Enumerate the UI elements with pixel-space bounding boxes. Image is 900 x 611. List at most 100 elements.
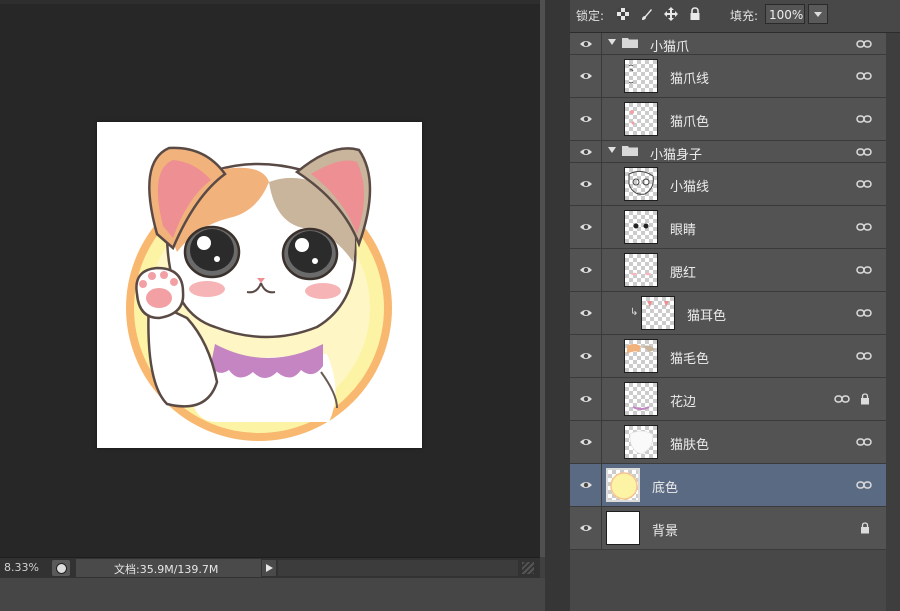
visibility-toggle[interactable]: [570, 464, 602, 506]
layer-link-icon[interactable]: [856, 308, 872, 318]
layer-link-icon[interactable]: [856, 222, 872, 232]
group-expand-triangle-icon[interactable]: [608, 39, 616, 45]
document-window: 8.33% 文档:35.9M/139.7M: [0, 0, 545, 611]
artboard-canvas[interactable]: [97, 122, 422, 448]
group-expand-triangle-icon[interactable]: [608, 147, 616, 153]
cat-illustration: [126, 146, 392, 441]
zoom-level[interactable]: 8.33%: [4, 561, 39, 574]
folder-icon: [622, 146, 638, 156]
layer-link-icon[interactable]: [834, 394, 850, 404]
visibility-eye-icon[interactable]: [579, 222, 593, 232]
visibility-toggle[interactable]: [570, 292, 602, 334]
visibility-eye-icon[interactable]: [579, 351, 593, 361]
layer-name[interactable]: 猫毛色: [670, 348, 709, 367]
visibility-toggle[interactable]: [570, 33, 602, 54]
layer-name[interactable]: 猫肤色: [670, 434, 709, 453]
canvas-area[interactable]: [0, 4, 540, 557]
folder-icon: [622, 38, 638, 48]
layer-thumbnail[interactable]: [624, 425, 658, 459]
visibility-eye-icon[interactable]: [579, 114, 593, 124]
visibility-eye-icon[interactable]: [579, 437, 593, 447]
status-menu-button[interactable]: [52, 560, 70, 576]
layers-scrollbar[interactable]: [886, 33, 900, 611]
layer-thumbnail[interactable]: [624, 102, 658, 136]
layer-row[interactable]: 底色: [570, 464, 886, 507]
layer-group-row[interactable]: 小猫身子: [570, 141, 886, 163]
layer-row[interactable]: 猫爪色: [570, 98, 886, 141]
layer-row[interactable]: 猫肤色: [570, 421, 886, 464]
layer-link-icon[interactable]: [856, 480, 872, 490]
layer-link-icon[interactable]: [856, 265, 872, 275]
layer-row[interactable]: 背景: [570, 507, 886, 550]
visibility-toggle[interactable]: [570, 378, 602, 420]
layer-row[interactable]: 猫毛色: [570, 335, 886, 378]
document-info: 文档:35.9M/139.7M: [76, 559, 261, 577]
status-icon: [56, 563, 67, 574]
layer-name[interactable]: 猫爪色: [670, 111, 709, 130]
lock-all-icon[interactable]: [688, 7, 702, 21]
fill-opacity-input[interactable]: 100%: [765, 4, 805, 24]
visibility-toggle[interactable]: [570, 421, 602, 463]
layer-link-icon[interactable]: [856, 351, 872, 361]
layer-name[interactable]: 腮红: [670, 262, 696, 281]
visibility-eye-icon[interactable]: [579, 265, 593, 275]
layer-row[interactable]: ↳ 猫耳色: [570, 292, 886, 335]
layer-row[interactable]: 腮红: [570, 249, 886, 292]
lock-toolbar: 锁定: 填充: 100%: [570, 0, 900, 33]
layer-row[interactable]: 眼睛: [570, 206, 886, 249]
layer-thumbnail[interactable]: [624, 339, 658, 373]
status-bar: 8.33% 文档:35.9M/139.7M: [0, 557, 540, 578]
visibility-toggle[interactable]: [570, 141, 602, 162]
layer-name[interactable]: 眼睛: [670, 219, 696, 238]
layer-link-icon[interactable]: [856, 437, 872, 447]
layer-name[interactable]: 猫耳色: [687, 305, 726, 324]
layer-row[interactable]: 花边: [570, 378, 886, 421]
visibility-eye-icon[interactable]: [579, 179, 593, 189]
layer-link-icon[interactable]: [856, 39, 872, 49]
visibility-toggle[interactable]: [570, 98, 602, 140]
visibility-eye-icon[interactable]: [579, 147, 593, 157]
layer-row[interactable]: 小猫线: [570, 163, 886, 206]
visibility-toggle[interactable]: [570, 55, 602, 97]
lock-image-pixels-icon[interactable]: [640, 7, 654, 21]
fill-dropdown-button[interactable]: [808, 4, 828, 24]
layer-name[interactable]: 底色: [652, 477, 678, 496]
visibility-eye-icon[interactable]: [579, 523, 593, 533]
visibility-eye-icon[interactable]: [579, 480, 593, 490]
visibility-eye-icon[interactable]: [579, 394, 593, 404]
layer-thumbnail[interactable]: [624, 210, 658, 244]
visibility-toggle[interactable]: [570, 335, 602, 377]
visibility-eye-icon[interactable]: [579, 308, 593, 318]
layer-name[interactable]: 小猫身子: [650, 144, 702, 163]
layer-thumbnail[interactable]: [641, 296, 675, 330]
visibility-eye-icon[interactable]: [579, 39, 593, 49]
lock-position-icon[interactable]: [664, 7, 678, 21]
layer-link-icon[interactable]: [856, 147, 872, 157]
layer-thumbnail[interactable]: [624, 167, 658, 201]
visibility-eye-icon[interactable]: [579, 71, 593, 81]
doc-size-text: 文档:35.9M/139.7M: [114, 563, 219, 576]
layer-thumbnail[interactable]: [606, 511, 640, 545]
status-arrow-button[interactable]: [262, 560, 276, 576]
layer-link-icon[interactable]: [856, 114, 872, 124]
lock-transparent-pixels-icon[interactable]: [616, 7, 630, 21]
layer-name[interactable]: 花边: [670, 391, 696, 410]
visibility-toggle[interactable]: [570, 163, 602, 205]
canvas-horizontal-scrollbar[interactable]: [278, 560, 518, 576]
layer-link-icon[interactable]: [856, 179, 872, 189]
resize-grip-icon[interactable]: [522, 562, 534, 574]
layer-name[interactable]: 小猫线: [670, 176, 709, 195]
layer-thumbnail[interactable]: [624, 382, 658, 416]
layer-row[interactable]: 猫爪线: [570, 55, 886, 98]
visibility-toggle[interactable]: [570, 206, 602, 248]
visibility-toggle[interactable]: [570, 507, 602, 549]
layer-name[interactable]: 猫爪线: [670, 68, 709, 87]
layer-thumbnail[interactable]: [606, 468, 640, 502]
layer-group-row[interactable]: 小猫爪: [570, 33, 886, 55]
layer-thumbnail[interactable]: [624, 59, 658, 93]
visibility-toggle[interactable]: [570, 249, 602, 291]
layer-name[interactable]: 背景: [652, 520, 678, 539]
layer-link-icon[interactable]: [856, 71, 872, 81]
layer-name[interactable]: 小猫爪: [650, 36, 689, 55]
layer-thumbnail[interactable]: [624, 253, 658, 287]
